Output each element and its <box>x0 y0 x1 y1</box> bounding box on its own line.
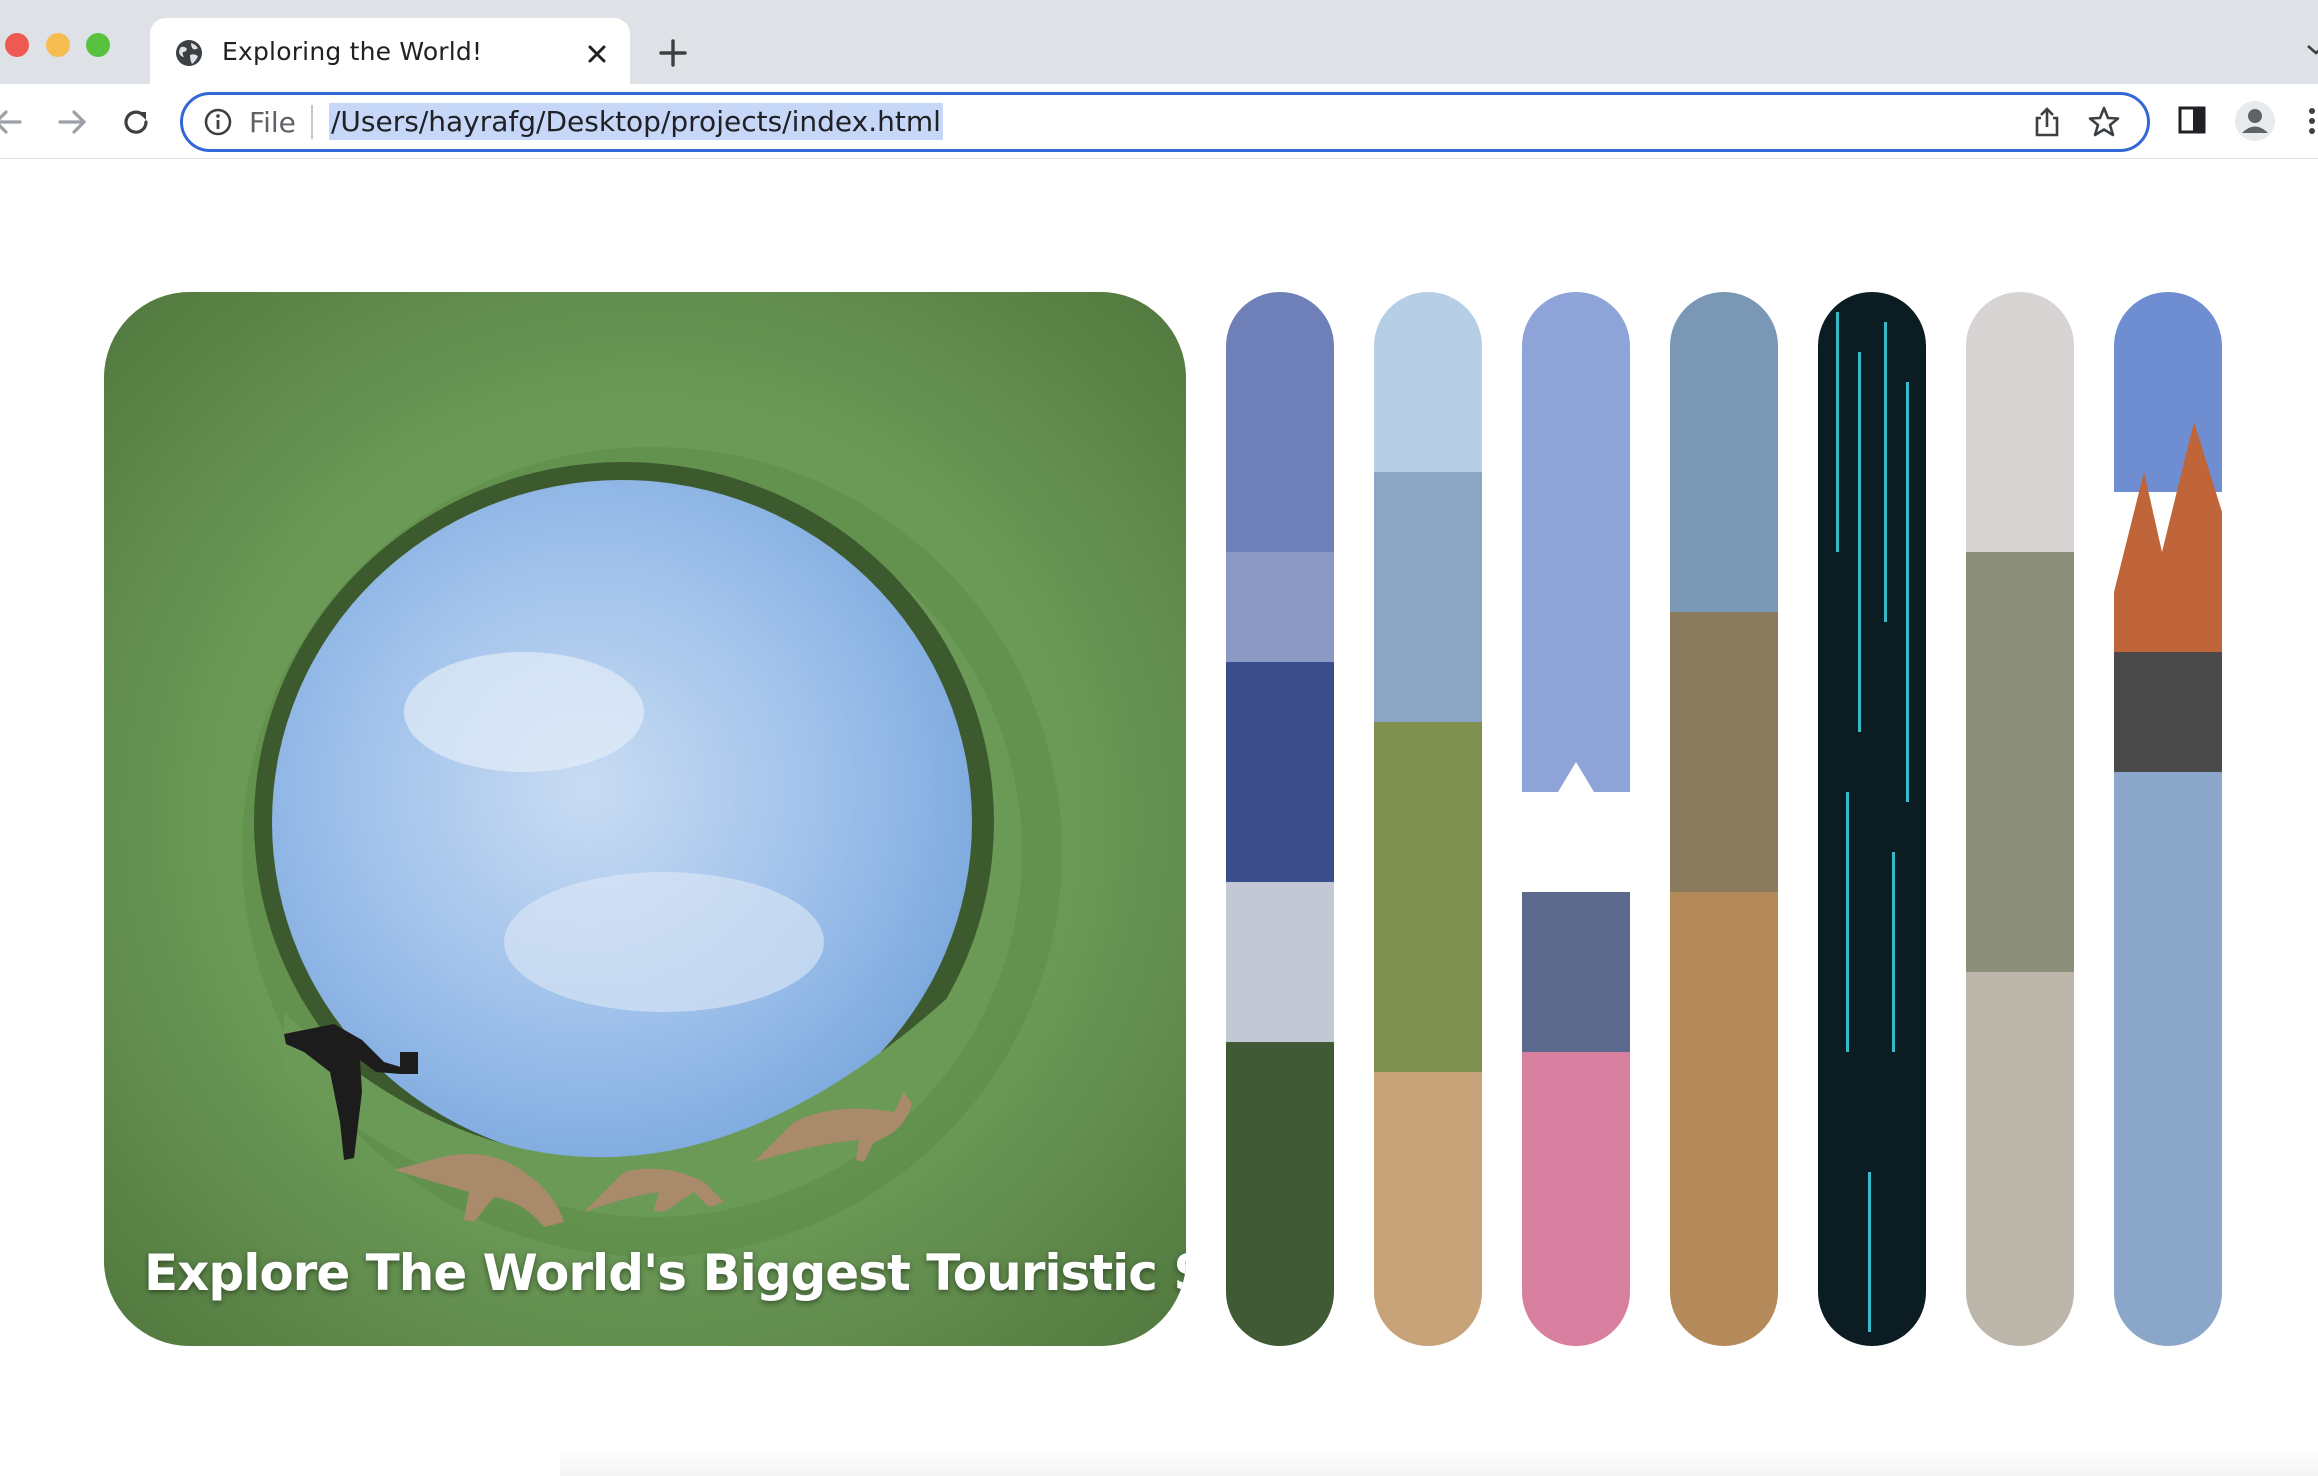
share-icon[interactable] <box>2031 105 2063 139</box>
hero-panel[interactable]: Explore The World's Biggest Touristic Sp… <box>104 292 1186 1346</box>
panel-image-1[interactable] <box>1226 292 1334 1346</box>
panel-image-3[interactable] <box>1522 292 1630 1346</box>
browser-toolbar: File /Users/hayrafg/Desktop/projects/ind… <box>0 84 2318 159</box>
panel-image-graphic <box>2114 292 2222 1346</box>
panel-image-7[interactable] <box>2114 292 2222 1346</box>
panel-image-graphic <box>1522 292 1630 1346</box>
hero-image <box>104 292 1186 1346</box>
tab-strip: Exploring the World! <box>0 0 2318 84</box>
plus-icon[interactable] <box>656 36 690 70</box>
panel-image-2[interactable] <box>1374 292 1482 1346</box>
window-minimize-button[interactable] <box>46 33 70 57</box>
panel-image-5[interactable] <box>1818 292 1926 1346</box>
arrow-right-icon[interactable] <box>54 104 90 140</box>
panel-image-4[interactable] <box>1670 292 1778 1346</box>
address-divider <box>311 105 313 139</box>
close-icon[interactable] <box>582 39 612 69</box>
window-close-button[interactable] <box>5 33 29 57</box>
star-icon[interactable] <box>2087 105 2121 139</box>
reload-icon[interactable] <box>118 104 154 140</box>
kebab-menu-icon[interactable] <box>2306 106 2318 136</box>
tab-active[interactable]: Exploring the World! <box>150 18 630 84</box>
hero-caption: Explore The World's Biggest Touristic Sp… <box>144 1244 1186 1302</box>
tab-title: Exploring the World! <box>222 37 483 66</box>
window-zoom-button[interactable] <box>86 33 110 57</box>
info-icon[interactable] <box>203 107 233 137</box>
panel-image-graphic <box>1374 292 1482 1346</box>
panel-image-graphic <box>1670 292 1778 1346</box>
arrow-left-icon[interactable] <box>0 104 26 140</box>
panel-image-graphic <box>1818 292 1926 1346</box>
chevron-down-icon[interactable] <box>2304 38 2318 62</box>
panel-image-graphic <box>1966 292 2074 1346</box>
address-url[interactable]: /Users/hayrafg/Desktop/projects/index.ht… <box>329 103 943 140</box>
globe-icon <box>174 38 204 68</box>
panel-image-graphic <box>1226 292 1334 1346</box>
page-bottom-shadow <box>560 1450 2318 1476</box>
profile-icon[interactable] <box>2234 100 2276 142</box>
side-panel-icon[interactable] <box>2176 104 2208 136</box>
address-scheme-label: File <box>249 106 296 139</box>
panel-image-6[interactable] <box>1966 292 2074 1346</box>
address-bar[interactable]: File /Users/hayrafg/Desktop/projects/ind… <box>180 92 2150 152</box>
